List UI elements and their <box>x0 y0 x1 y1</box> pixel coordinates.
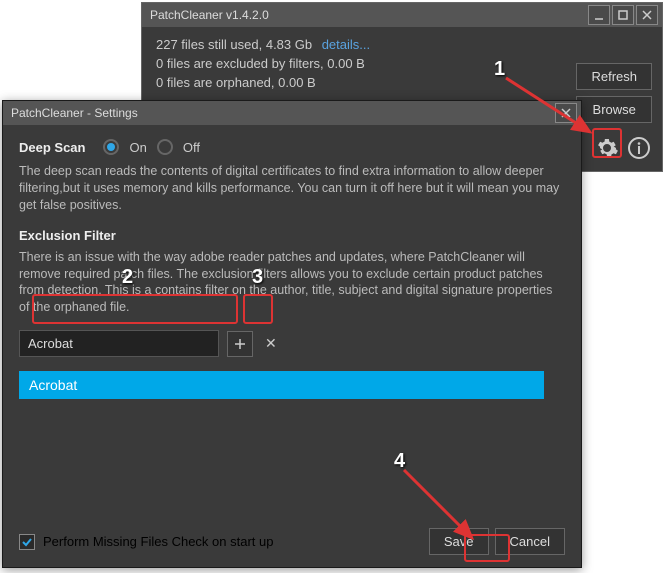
clear-filter-button[interactable]: ✕ <box>261 331 281 356</box>
check-icon <box>21 536 33 548</box>
info-icon <box>627 136 651 160</box>
close-button[interactable] <box>636 5 658 25</box>
close-icon <box>560 107 572 119</box>
settings-titlebar: PatchCleaner - Settings <box>3 101 581 125</box>
main-titlebar: PatchCleaner v1.4.2.0 <box>142 3 662 27</box>
exclusion-input[interactable] <box>19 330 219 357</box>
exclusion-filter-description: There is an issue with the way adobe rea… <box>19 249 565 317</box>
minimize-icon <box>593 9 605 21</box>
cancel-button[interactable]: Cancel <box>495 528 565 555</box>
save-button[interactable]: Save <box>429 528 489 555</box>
deep-scan-on-radio[interactable] <box>103 139 119 155</box>
gear-icon <box>595 136 619 160</box>
plus-icon <box>234 338 246 350</box>
main-title: PatchCleaner v1.4.2.0 <box>150 8 269 22</box>
exclusion-filter-label: Exclusion Filter <box>19 228 565 243</box>
maximize-button[interactable] <box>612 5 634 25</box>
startup-checkbox[interactable] <box>19 534 35 550</box>
minimize-button[interactable] <box>588 5 610 25</box>
maximize-icon <box>617 9 629 21</box>
info-button[interactable] <box>626 135 652 161</box>
filter-list-item[interactable]: Acrobat <box>19 371 544 399</box>
refresh-button[interactable]: Refresh <box>576 63 652 90</box>
close-icon <box>641 9 653 21</box>
settings-window: PatchCleaner - Settings Deep Scan On Off… <box>2 100 582 568</box>
status-excluded: 0 files are excluded by filters, 0.00 B <box>156 56 648 71</box>
settings-title: PatchCleaner - Settings <box>11 106 138 120</box>
deep-scan-label: Deep Scan <box>19 140 85 155</box>
browse-button[interactable]: Browse <box>576 96 652 123</box>
status-used: 227 files still used, 4.83 Gb details... <box>156 37 648 52</box>
deep-scan-off-radio[interactable] <box>157 139 173 155</box>
settings-button[interactable] <box>594 135 620 161</box>
settings-close-button[interactable] <box>555 103 577 123</box>
startup-label: Perform Missing Files Check on start up <box>43 534 273 549</box>
deep-scan-description: The deep scan reads the contents of digi… <box>19 163 565 214</box>
off-label: Off <box>183 140 200 155</box>
status-orphaned: 0 files are orphaned, 0.00 B <box>156 75 648 90</box>
details-link[interactable]: details... <box>322 37 370 52</box>
on-label: On <box>129 140 146 155</box>
add-filter-button[interactable] <box>227 331 253 357</box>
